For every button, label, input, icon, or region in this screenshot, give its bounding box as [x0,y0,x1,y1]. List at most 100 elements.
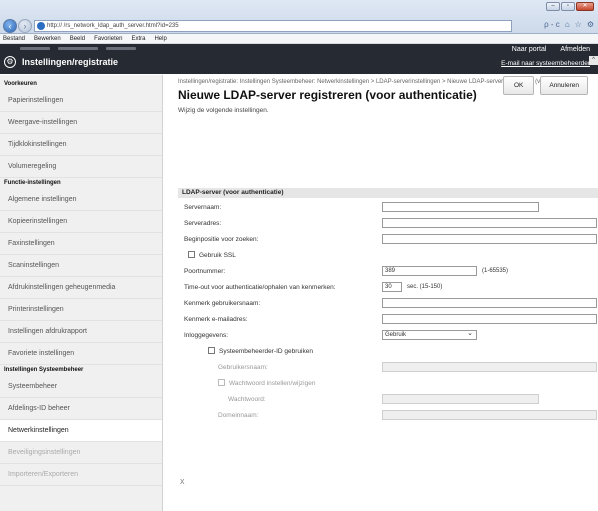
row-attr-username: Kenmerk gebruikersnaam: [178,296,598,312]
menu-tools[interactable]: Extra [131,34,145,43]
menu-bar: Bestand Bewerken Beeld Favorieten Extra … [0,34,598,44]
sidebar-item-security[interactable]: Beveiligingsinstellingen [0,442,162,464]
server-name-field[interactable] [382,202,539,212]
address-url: http:// /rs_network_ldap_auth_server.htm… [47,23,179,29]
port-label: Poortnummer: [184,268,226,275]
sidebar-item-dept-id[interactable]: Afdelings-ID beheer [0,398,162,420]
site-logo: ⚙ Instellingen/registratie [4,56,118,68]
attr-email-label: Kenmerk e-mailadres: [184,316,248,323]
sidebar-item-scan[interactable]: Scaninstellingen [0,255,162,277]
browser-chrome: – ▫ ✕ ‹ › http:// /rs_network_ldap_auth_… [0,0,598,34]
sidebar-item-display[interactable]: Weergave-instellingen [0,112,162,134]
domain-field[interactable] [382,410,597,420]
gear-icon[interactable]: ⚙ [587,20,594,29]
attr-username-label: Kenmerk gebruikersnaam: [184,300,261,307]
sidebar-item-system[interactable]: Systeembeheer [0,376,162,398]
domain-label: Domeinnaam: [218,412,259,419]
server-name-label: Servernaam: [184,204,222,211]
port-hint: (1-65535) [482,268,509,274]
sidebar-item-media-print[interactable]: Afdrukinstellingen geheugenmedia [0,277,162,299]
attr-username-field[interactable] [382,298,597,308]
use-admin-id-checkbox[interactable] [208,347,215,354]
menu-favorites[interactable]: Favorieten [94,34,122,43]
portal-link[interactable]: Naar portal [512,46,547,53]
section-header: LDAP-server (voor authenticatie) [178,188,598,198]
window-controls: – ▫ ✕ [546,2,594,11]
ie-icon [37,22,45,30]
back-button[interactable]: ‹ [3,19,17,33]
sidebar-item-copy[interactable]: Kopieerinstellingen [0,211,162,233]
sidebar-item-import-export[interactable]: Importeren/Exporteren [0,464,162,486]
password-label: Wachtwoord: [228,396,266,403]
server-address-label: Serveradres: [184,220,222,227]
site-header: ⚙ Instellingen/registratie Naar portal A… [0,44,598,74]
close-button[interactable]: ✕ [576,2,594,11]
row-use-ssl: Gebruik SSL [178,248,598,264]
menu-file[interactable]: Bestand [3,34,25,43]
star-icon[interactable]: ☆ [575,20,582,29]
home-icon[interactable]: ⌂ [565,20,570,29]
password-field[interactable] [382,394,539,404]
sidebar-item-favorites[interactable]: Favoriete instellingen [0,343,162,365]
browser-tools: ρ - c ⌂ ☆ ⚙ [544,20,594,29]
row-password: Wachtwoord: [178,392,598,408]
login-info-label: Inloggegevens: [184,332,229,339]
sidebar-item-printer[interactable]: Printerinstellingen [0,299,162,321]
address-bar[interactable]: http:// /rs_network_ldap_auth_server.htm… [34,20,512,32]
use-ssl-checkbox[interactable] [188,251,195,258]
timeout-field[interactable]: 30 [382,282,402,292]
sidebar-item-general[interactable]: Algemene instellingen [0,189,162,211]
row-login-info: Inloggegevens: Gebruik ⌄ [178,328,598,344]
timeout-hint: sec. (15-150) [407,284,443,290]
sidebar-item-paper[interactable]: Papierinstellingen [0,90,162,112]
logout-link[interactable]: Afmelden [560,46,590,53]
sidebar: Voorkeuren Papierinstellingen Weergave-i… [0,75,163,511]
row-search-start: Beginpositie voor zoeken: [178,232,598,248]
row-password-setting: Wachtwoord instellen/wijzigen [178,376,598,392]
chevron-down-icon: ⌄ [467,330,473,337]
maximize-button[interactable]: ▫ [561,2,575,11]
sidebar-item-report[interactable]: Instellingen afdrukrapport [0,321,162,343]
use-admin-id-label: Systeembeheerder-ID gebruiken [219,348,313,355]
email-admin-link[interactable]: E-mail naar systeembeheerder [501,60,590,67]
menu-help[interactable]: Help [154,34,166,43]
site-title: Instellingen/registratie [22,57,119,67]
menu-edit[interactable]: Bewerken [34,34,61,43]
menu-view[interactable]: Beeld [70,34,85,43]
search-start-field[interactable] [382,234,597,244]
row-username: Gebruikersnaam: [178,360,598,376]
search-icon[interactable]: ρ - c [544,20,560,29]
nav-row: ‹ › http:// /rs_network_ldap_auth_server… [0,18,598,34]
ldap-form: Servernaam: Serveradres: Beginpositie vo… [178,200,598,424]
sidebar-section-title: Instellingen Systeembeheer [4,367,84,373]
sidebar-item-network[interactable]: Netwerkinstellingen [0,420,162,442]
row-domain: Domeinnaam: [178,408,598,424]
forward-button[interactable]: › [18,19,32,33]
attr-email-field[interactable] [382,314,597,324]
settings-logo-icon: ⚙ [4,56,16,68]
minimize-button[interactable]: – [546,2,560,11]
blurred-header-text [20,47,140,51]
scroll-up-arrow-icon[interactable]: ^ [589,56,598,65]
sidebar-section-title: Voorkeuren [4,81,37,87]
login-info-select[interactable]: Gebruik ⌄ [382,330,477,340]
sidebar-item-fax[interactable]: Faxinstellingen [0,233,162,255]
row-server-address: Serveradres: [178,216,598,232]
row-server-name: Servernaam: [178,200,598,216]
row-use-admin-id: Systeembeheerder-ID gebruiken [178,344,598,360]
search-start-label: Beginpositie voor zoeken: [184,236,259,243]
sidebar-item-volume[interactable]: Volumeregeling [0,156,162,178]
row-attr-email: Kenmerk e-mailadres: [178,312,598,328]
password-setting-checkbox[interactable] [218,379,225,386]
password-setting-label: Wachtwoord instellen/wijzigen [229,380,316,387]
username-field[interactable] [382,362,597,372]
sidebar-item-timer[interactable]: Tijdklokinstellingen [0,134,162,156]
port-field[interactable]: 389 [382,266,477,276]
form-area: LDAP-server (voor authenticatie) Servern… [163,75,598,511]
header-links: Naar portal Afmelden [512,46,590,53]
server-address-field[interactable] [382,218,597,228]
row-timeout: Time-out voor authenticatie/ophalen van … [178,280,598,296]
login-info-value: Gebruik [385,332,407,338]
username-label: Gebruikersnaam: [218,364,268,371]
use-ssl-label: Gebruik SSL [199,252,236,259]
